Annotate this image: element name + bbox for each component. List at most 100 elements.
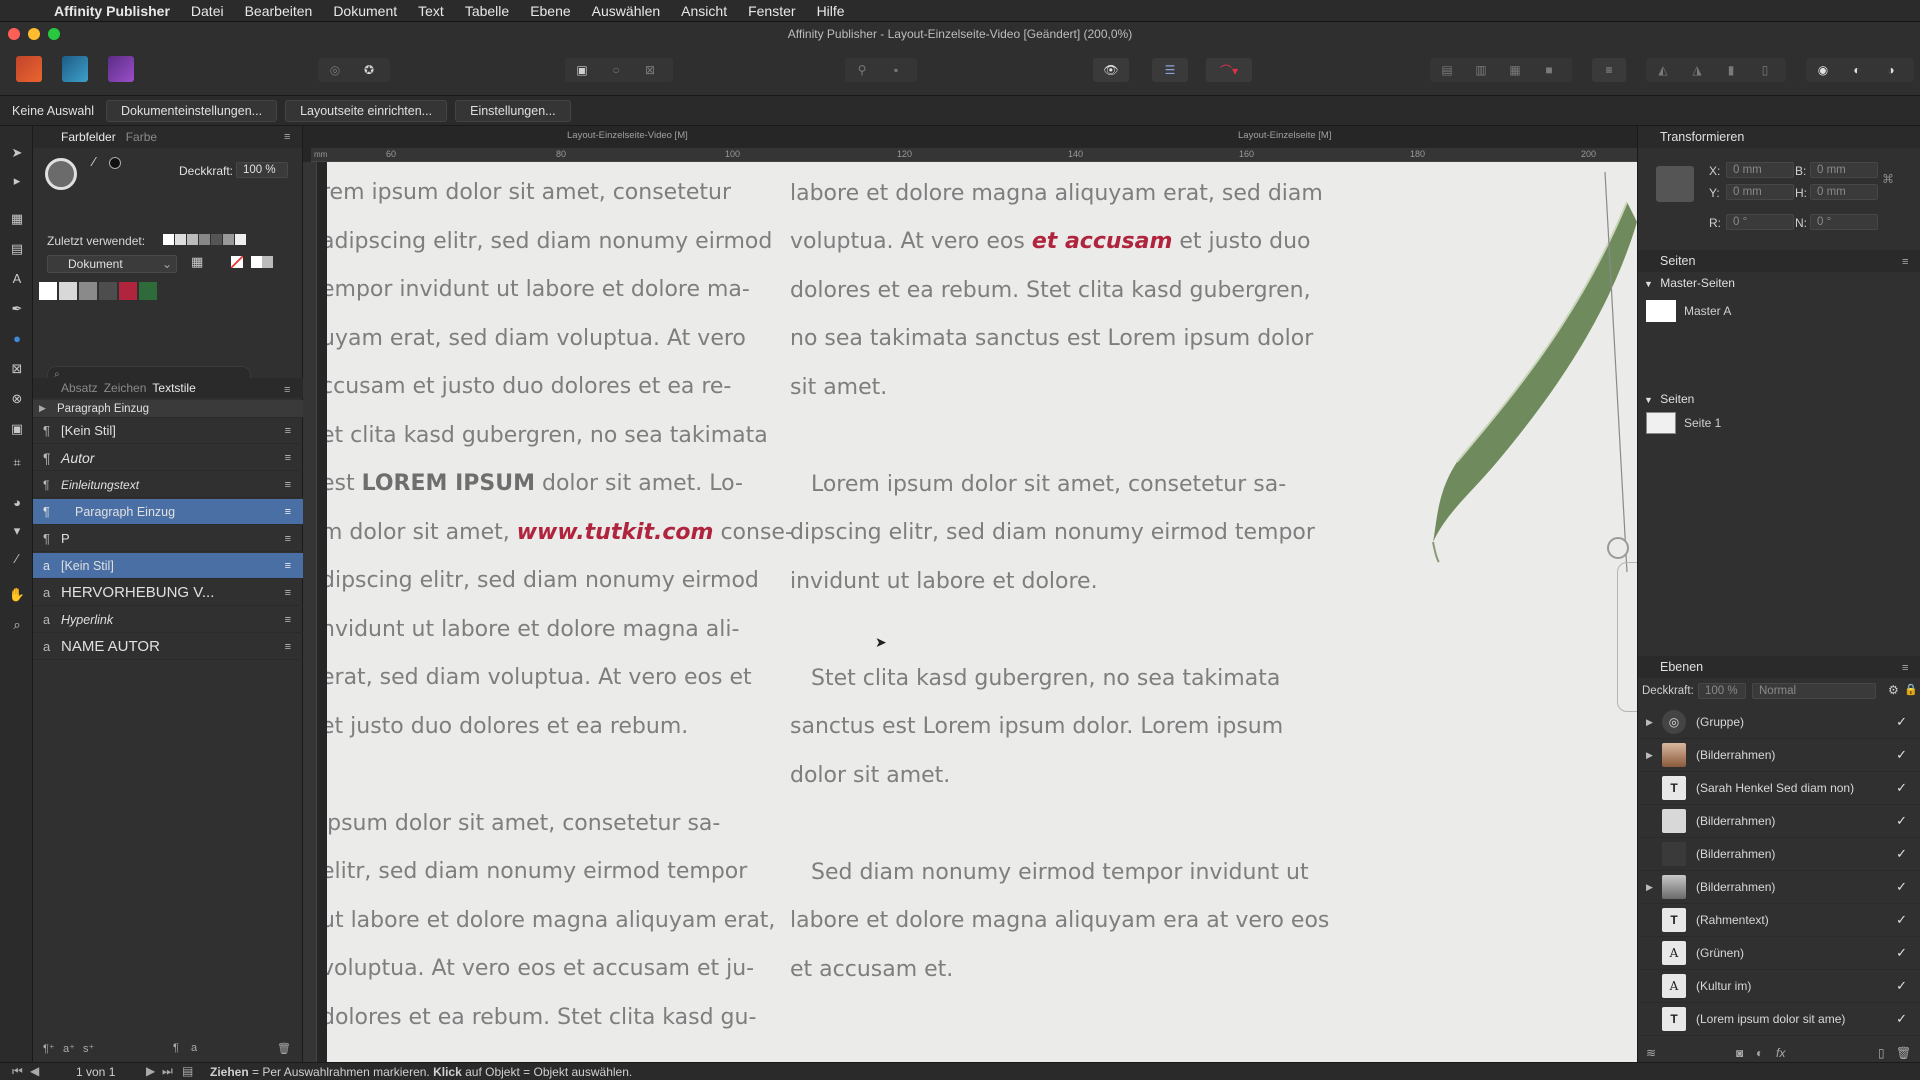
swatch-dark-grey[interactable] (99, 282, 117, 300)
layer-row[interactable]: T (Lorem ipsum dolor sit ame) ✓ (1638, 1003, 1920, 1036)
hand-tool-icon[interactable]: ✋ (8, 586, 26, 604)
add-layer-icon[interactable]: ▯ (1878, 1046, 1885, 1060)
visibility-checkbox[interactable]: ✓ (1896, 945, 1907, 961)
menu-dokument[interactable]: Dokument (333, 3, 397, 19)
visibility-checkbox[interactable]: ✓ (1896, 978, 1907, 994)
layer-row[interactable]: (Bilderrahmen) ✓ (1638, 805, 1920, 838)
none-swatch-icon[interactable] (231, 256, 243, 268)
width-input[interactable]: 0 mm (1810, 162, 1878, 178)
tab-character[interactable]: Zeichen (104, 381, 147, 395)
layers-stack-icon[interactable]: ≋ (1646, 1046, 1656, 1060)
zoom-window-button[interactable] (48, 28, 60, 40)
style-row-kein-stil-char[interactable]: a [Kein Stil] ≡ (33, 553, 303, 579)
menu-auswaehlen[interactable]: Auswählen (592, 3, 661, 19)
align-top-icon[interactable]: ▮ (1714, 58, 1748, 82)
gallery-frame-outline[interactable] (1617, 562, 1637, 712)
rotation-input[interactable]: 0 ° (1726, 214, 1794, 230)
transparency-tool-icon[interactable]: ▾ (8, 522, 26, 540)
tab-layout-einzelseite[interactable]: Layout-Einzelseite [M] (1238, 130, 1331, 141)
page-1-label[interactable]: Seite 1 (1684, 416, 1721, 430)
layers-panel-title[interactable]: Ebenen (1638, 656, 1920, 678)
visibility-checkbox[interactable]: ✓ (1896, 714, 1907, 730)
snapping-magnet-icon[interactable]: ⌒▾ (1206, 58, 1252, 82)
style-menu-icon[interactable]: ≡ (285, 479, 291, 491)
style-options-icon[interactable]: ¶ (173, 1042, 179, 1054)
style-menu-icon[interactable]: ≡ (285, 533, 291, 545)
prev-page-icon[interactable]: ◀ (30, 1064, 39, 1078)
pages-panel-title[interactable]: Seiten (1638, 250, 1920, 272)
style-row-kein-stil-para[interactable]: ¶ [Kein Stil] ≡ (33, 418, 303, 444)
page-view-icon[interactable]: ▤ (182, 1064, 193, 1078)
eyedropper-icon[interactable]: ⁄ (93, 154, 95, 169)
recent-swatch[interactable] (163, 234, 174, 245)
menu-text[interactable]: Text (418, 3, 444, 19)
visibility-checkbox[interactable]: ✓ (1896, 912, 1907, 928)
distribute-icon[interactable]: ≡ (1592, 58, 1626, 82)
zoom-tool-icon[interactable]: ⌕ (8, 616, 26, 634)
crop-tool-icon[interactable]: ⌗ (8, 454, 26, 472)
mask-icon[interactable]: ◙ (1736, 1046, 1743, 1060)
swatch-white[interactable] (39, 282, 57, 300)
swatch-green[interactable] (139, 282, 157, 300)
expand-icon[interactable]: ▶ (1646, 882, 1653, 893)
move-tool-icon[interactable]: ➤ (8, 144, 26, 162)
height-input[interactable]: 0 mm (1810, 184, 1878, 200)
grid-view-icon[interactable] (251, 256, 273, 268)
black-swatch-icon[interactable] (109, 157, 121, 169)
menu-ansicht[interactable]: Ansicht (681, 3, 727, 19)
layer-row[interactable]: T (Rahmentext) ✓ (1638, 904, 1920, 937)
recent-swatch[interactable] (223, 234, 234, 245)
normal-view-icon[interactable]: ▣ (565, 58, 599, 82)
layer-row[interactable]: ▶ (Bilderrahmen) ✓ (1638, 871, 1920, 904)
swatch-light-grey[interactable] (59, 282, 77, 300)
style-row-hyperlink[interactable]: a Hyperlink ≡ (33, 607, 303, 633)
layer-row[interactable]: ▶ ◎ (Gruppe) ✓ (1638, 706, 1920, 739)
tab-text-styles[interactable]: Textstile (152, 381, 195, 395)
add-shape-icon[interactable]: ◉ (1806, 58, 1840, 82)
styles-menu-icon[interactable]: ≡ (284, 384, 296, 396)
recent-swatch[interactable] (235, 234, 246, 245)
palette-options-icon[interactable]: ▦ (191, 254, 203, 270)
next-page-icon[interactable]: ▶ (146, 1064, 155, 1078)
style-menu-icon[interactable]: ≡ (285, 506, 291, 518)
x-input[interactable]: 0 mm (1726, 162, 1794, 178)
leaf-image[interactable] (1377, 162, 1637, 662)
opacity-input[interactable]: 100 % (236, 162, 288, 178)
publisher-persona-icon[interactable] (16, 56, 42, 82)
master-page-thumb[interactable] (1646, 300, 1676, 322)
float-icon[interactable]: ▪ (879, 58, 913, 82)
swatch-grey[interactable] (79, 282, 97, 300)
style-menu-icon[interactable]: ≡ (285, 452, 291, 464)
blend-mode-select[interactable]: Normal (1752, 683, 1876, 699)
layers-menu-icon[interactable]: ≡ (1902, 662, 1914, 674)
new-paragraph-style-icon[interactable]: ¶⁺ (43, 1042, 55, 1055)
fill-tool-icon[interactable]: ◕ (8, 494, 26, 512)
palette-select[interactable]: Dokument ⌄ (47, 255, 177, 273)
anchor-selector[interactable] (1656, 166, 1694, 202)
delete-style-icon[interactable]: 🗑 (277, 1042, 291, 1055)
text-frame-tool-icon[interactable]: ▦ (8, 210, 26, 228)
settings-button[interactable]: Einstellungen... (455, 99, 571, 122)
style-row-einleitungstext[interactable]: ¶ Einleitungstext ≡ (33, 472, 303, 498)
new-character-style-icon[interactable]: a⁺ (63, 1042, 75, 1055)
menu-app[interactable]: Affinity Publisher (54, 3, 170, 19)
document-settings-button[interactable]: Dokumenteinstellungen... (106, 99, 278, 122)
move-back-icon[interactable]: ▤ (1430, 58, 1464, 82)
left-text-frame[interactable]: rem ipsum dolor sit amet, consetetur adi… (327, 169, 793, 1042)
tab-swatches[interactable]: Farbfelder (61, 130, 116, 144)
style-menu-icon[interactable]: ≡ (285, 641, 291, 653)
connector-handle[interactable] (1607, 537, 1629, 559)
tab-color[interactable]: Farbe (126, 130, 157, 144)
close-window-button[interactable] (8, 28, 20, 40)
table-tool-icon[interactable]: ▤ (8, 240, 26, 258)
character-options-icon[interactable]: a (191, 1042, 197, 1054)
preview-view-icon[interactable]: ○ (599, 58, 633, 82)
apple-icon[interactable] (18, 3, 34, 19)
layer-row[interactable]: ▶ (Bilderrahmen) ✓ (1638, 739, 1920, 772)
tab-layout-einzelseite-video[interactable]: Layout-Einzelseite-Video [M] (567, 130, 688, 141)
menu-fenster[interactable]: Fenster (748, 3, 795, 19)
style-row-p[interactable]: ¶ P ≡ (33, 526, 303, 552)
intersect-shape-icon[interactable]: ◑ (1874, 58, 1908, 82)
move-front-icon[interactable]: ■ (1532, 58, 1566, 82)
recent-swatch[interactable] (175, 234, 186, 245)
